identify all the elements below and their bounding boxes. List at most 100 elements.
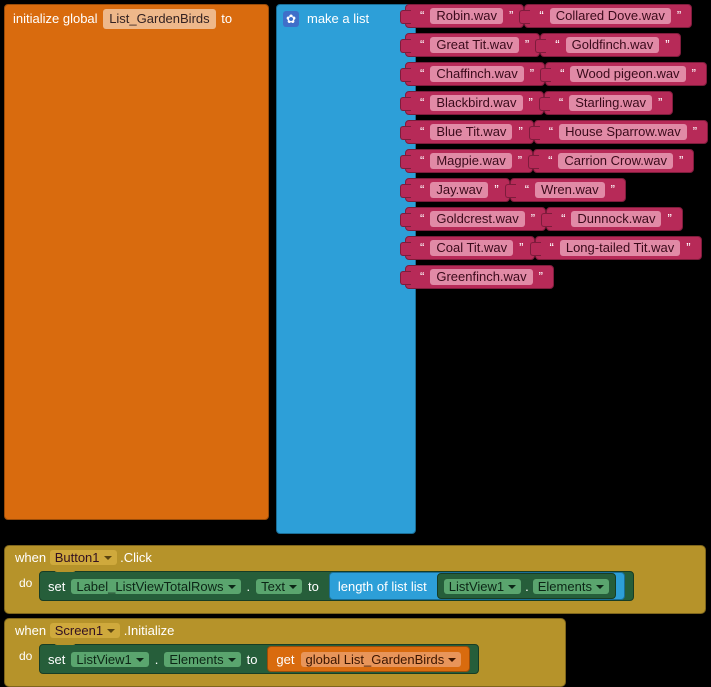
keyword-get: get	[276, 652, 294, 667]
quote-icon: “	[420, 5, 424, 27]
keyword-to: to	[221, 11, 232, 26]
gear-icon[interactable]: ✿	[283, 11, 299, 27]
quote-icon: ”	[518, 121, 522, 143]
string-literal-block[interactable]: “Wood pigeon.wav”	[545, 62, 707, 86]
quote-icon: “	[420, 34, 424, 56]
setter-component-dd[interactable]: Label_ListViewTotalRows	[71, 579, 240, 594]
string-literal-block[interactable]: “Chaffinch.wav”	[405, 62, 545, 86]
quote-icon: ”	[693, 121, 697, 143]
quote-icon: ”	[665, 34, 669, 56]
quote-icon: ”	[529, 92, 533, 114]
string-literal-block[interactable]: “Jay.wav”	[405, 178, 510, 202]
quote-icon: “	[548, 150, 552, 172]
quote-icon: ”	[686, 237, 690, 259]
string-literal-block[interactable]: “ Greenfinch.wav ”	[405, 265, 554, 289]
quote-icon: ”	[525, 34, 529, 56]
string-literal-block[interactable]: “ Collared Dove.wav ”	[524, 4, 692, 28]
make-a-list-label: make a list	[307, 11, 369, 26]
string-value[interactable]: Jay.wav	[430, 182, 488, 198]
quote-icon: ”	[531, 208, 535, 230]
string-value[interactable]: Great Tit.wav	[430, 37, 519, 53]
event-component-dd[interactable]: Button1	[50, 550, 117, 565]
getter-prop-dd[interactable]: Elements	[533, 579, 609, 594]
string-value[interactable]: Long-tailed Tit.wav	[560, 240, 680, 256]
setter-component-dd[interactable]: ListView1	[71, 652, 148, 667]
string-literal-block[interactable]: “ House Sparrow.wav ”	[534, 120, 708, 144]
get-var-dd[interactable]: global List_GardenBirds	[301, 652, 462, 667]
string-literal-block[interactable]: “Dunnock.wav”	[546, 207, 683, 231]
var-name-field[interactable]: List_GardenBirds	[103, 9, 215, 29]
quote-icon: “	[550, 237, 554, 259]
listview-elements-getter[interactable]: ListView1 . Elements	[437, 573, 616, 599]
keyword-when: when	[15, 623, 46, 638]
string-value[interactable]: Carrion Crow.wav	[558, 153, 673, 169]
string-value[interactable]: Wren.wav	[535, 182, 605, 198]
string-value[interactable]: Goldfinch.wav	[566, 37, 660, 53]
event-component-dd[interactable]: Screen1	[50, 623, 120, 638]
string-value[interactable]: Blackbird.wav	[430, 95, 522, 111]
string-value[interactable]: House Sparrow.wav	[559, 124, 687, 140]
string-literal-block[interactable]: “ Starling.wav ”	[544, 91, 674, 115]
setter-prop-dd[interactable]: Elements	[164, 652, 240, 667]
quote-icon: ”	[658, 92, 662, 114]
string-literal-block[interactable]: “ Long-tailed Tit.wav ”	[535, 236, 702, 260]
quote-icon: “	[420, 208, 424, 230]
string-value[interactable]: Magpie.wav	[430, 153, 511, 169]
string-value[interactable]: Wood pigeon.wav	[570, 66, 685, 82]
quote-icon: “	[420, 266, 424, 288]
quote-icon: ”	[692, 63, 696, 85]
string-literal-block[interactable]: “ Blue Tit.wav ”	[405, 120, 534, 144]
string-literal-block[interactable]: “ Coal Tit.wav ”	[405, 236, 535, 260]
event-name: .Initialize	[124, 623, 175, 638]
keyword-set: set	[48, 579, 65, 594]
quote-icon: “	[525, 179, 529, 201]
quote-icon: “	[549, 121, 553, 143]
string-literal-block[interactable]: “ Magpie.wav ”	[405, 149, 533, 173]
getter-component-dd[interactable]: ListView1	[444, 579, 521, 594]
string-value[interactable]: Goldcrest.wav	[430, 211, 524, 227]
keyword-to: to	[308, 579, 319, 594]
string-literal-block[interactable]: “Wren.wav”	[510, 178, 626, 202]
event-screen1-initialize[interactable]: when Screen1 .Initialize do set ListView…	[4, 618, 566, 687]
length-of-list-block[interactable]: length of list list ListView1 . Elements	[329, 572, 625, 600]
keyword-to: to	[247, 652, 258, 667]
string-items-column: “Robin.wav”“Collared Dove.wav”“Great Tit…	[405, 4, 711, 294]
quote-icon: “	[561, 208, 565, 230]
quote-icon: “	[420, 121, 424, 143]
make-a-list-block[interactable]: ✿ make a list	[276, 4, 416, 534]
quote-icon: “	[555, 34, 559, 56]
global-var-declaration[interactable]: initialize global List_GardenBirds to	[4, 4, 269, 520]
string-value[interactable]: Dunnock.wav	[571, 211, 661, 227]
string-literal-block[interactable]: “ Goldcrest.wav ”	[405, 207, 546, 231]
string-value[interactable]: Robin.wav	[430, 8, 503, 24]
string-literal-block[interactable]: “Carrion Crow.wav”	[533, 149, 694, 173]
keyword-do: do	[19, 649, 32, 663]
string-literal-block[interactable]: “ Goldfinch.wav ”	[540, 33, 680, 57]
keyword-do: do	[19, 576, 32, 590]
setter-prop-dd[interactable]: Text	[256, 579, 302, 594]
set-label-text-block[interactable]: set Label_ListViewTotalRows . Text to le…	[39, 571, 634, 601]
string-value[interactable]: Coal Tit.wav	[430, 240, 513, 256]
string-value[interactable]: Chaffinch.wav	[430, 66, 523, 82]
quote-icon: “	[539, 5, 543, 27]
set-listview-elements-block[interactable]: set ListView1 . Elements to get global L…	[39, 644, 479, 674]
quote-icon: ”	[677, 5, 681, 27]
quote-icon: ”	[518, 150, 522, 172]
string-value[interactable]: Blue Tit.wav	[430, 124, 512, 140]
get-global-var-block[interactable]: get global List_GardenBirds	[267, 646, 470, 672]
string-value[interactable]: Starling.wav	[569, 95, 652, 111]
quote-icon: “	[559, 92, 563, 114]
dot: .	[525, 579, 529, 594]
string-value[interactable]: Collared Dove.wav	[550, 8, 671, 24]
string-literal-block[interactable]: “Blackbird.wav”	[405, 91, 544, 115]
quote-icon: ”	[509, 5, 513, 27]
quote-icon: “	[420, 237, 424, 259]
quote-icon: “	[420, 150, 424, 172]
quote-icon: “	[420, 179, 424, 201]
string-literal-block[interactable]: “ Great Tit.wav ”	[405, 33, 540, 57]
string-value[interactable]: Greenfinch.wav	[430, 269, 532, 285]
quote-icon: ”	[519, 237, 523, 259]
quote-icon: ”	[539, 266, 543, 288]
event-button1-click[interactable]: when Button1 .Click do set Label_ListVie…	[4, 545, 706, 614]
string-literal-block[interactable]: “ Robin.wav ”	[405, 4, 524, 28]
